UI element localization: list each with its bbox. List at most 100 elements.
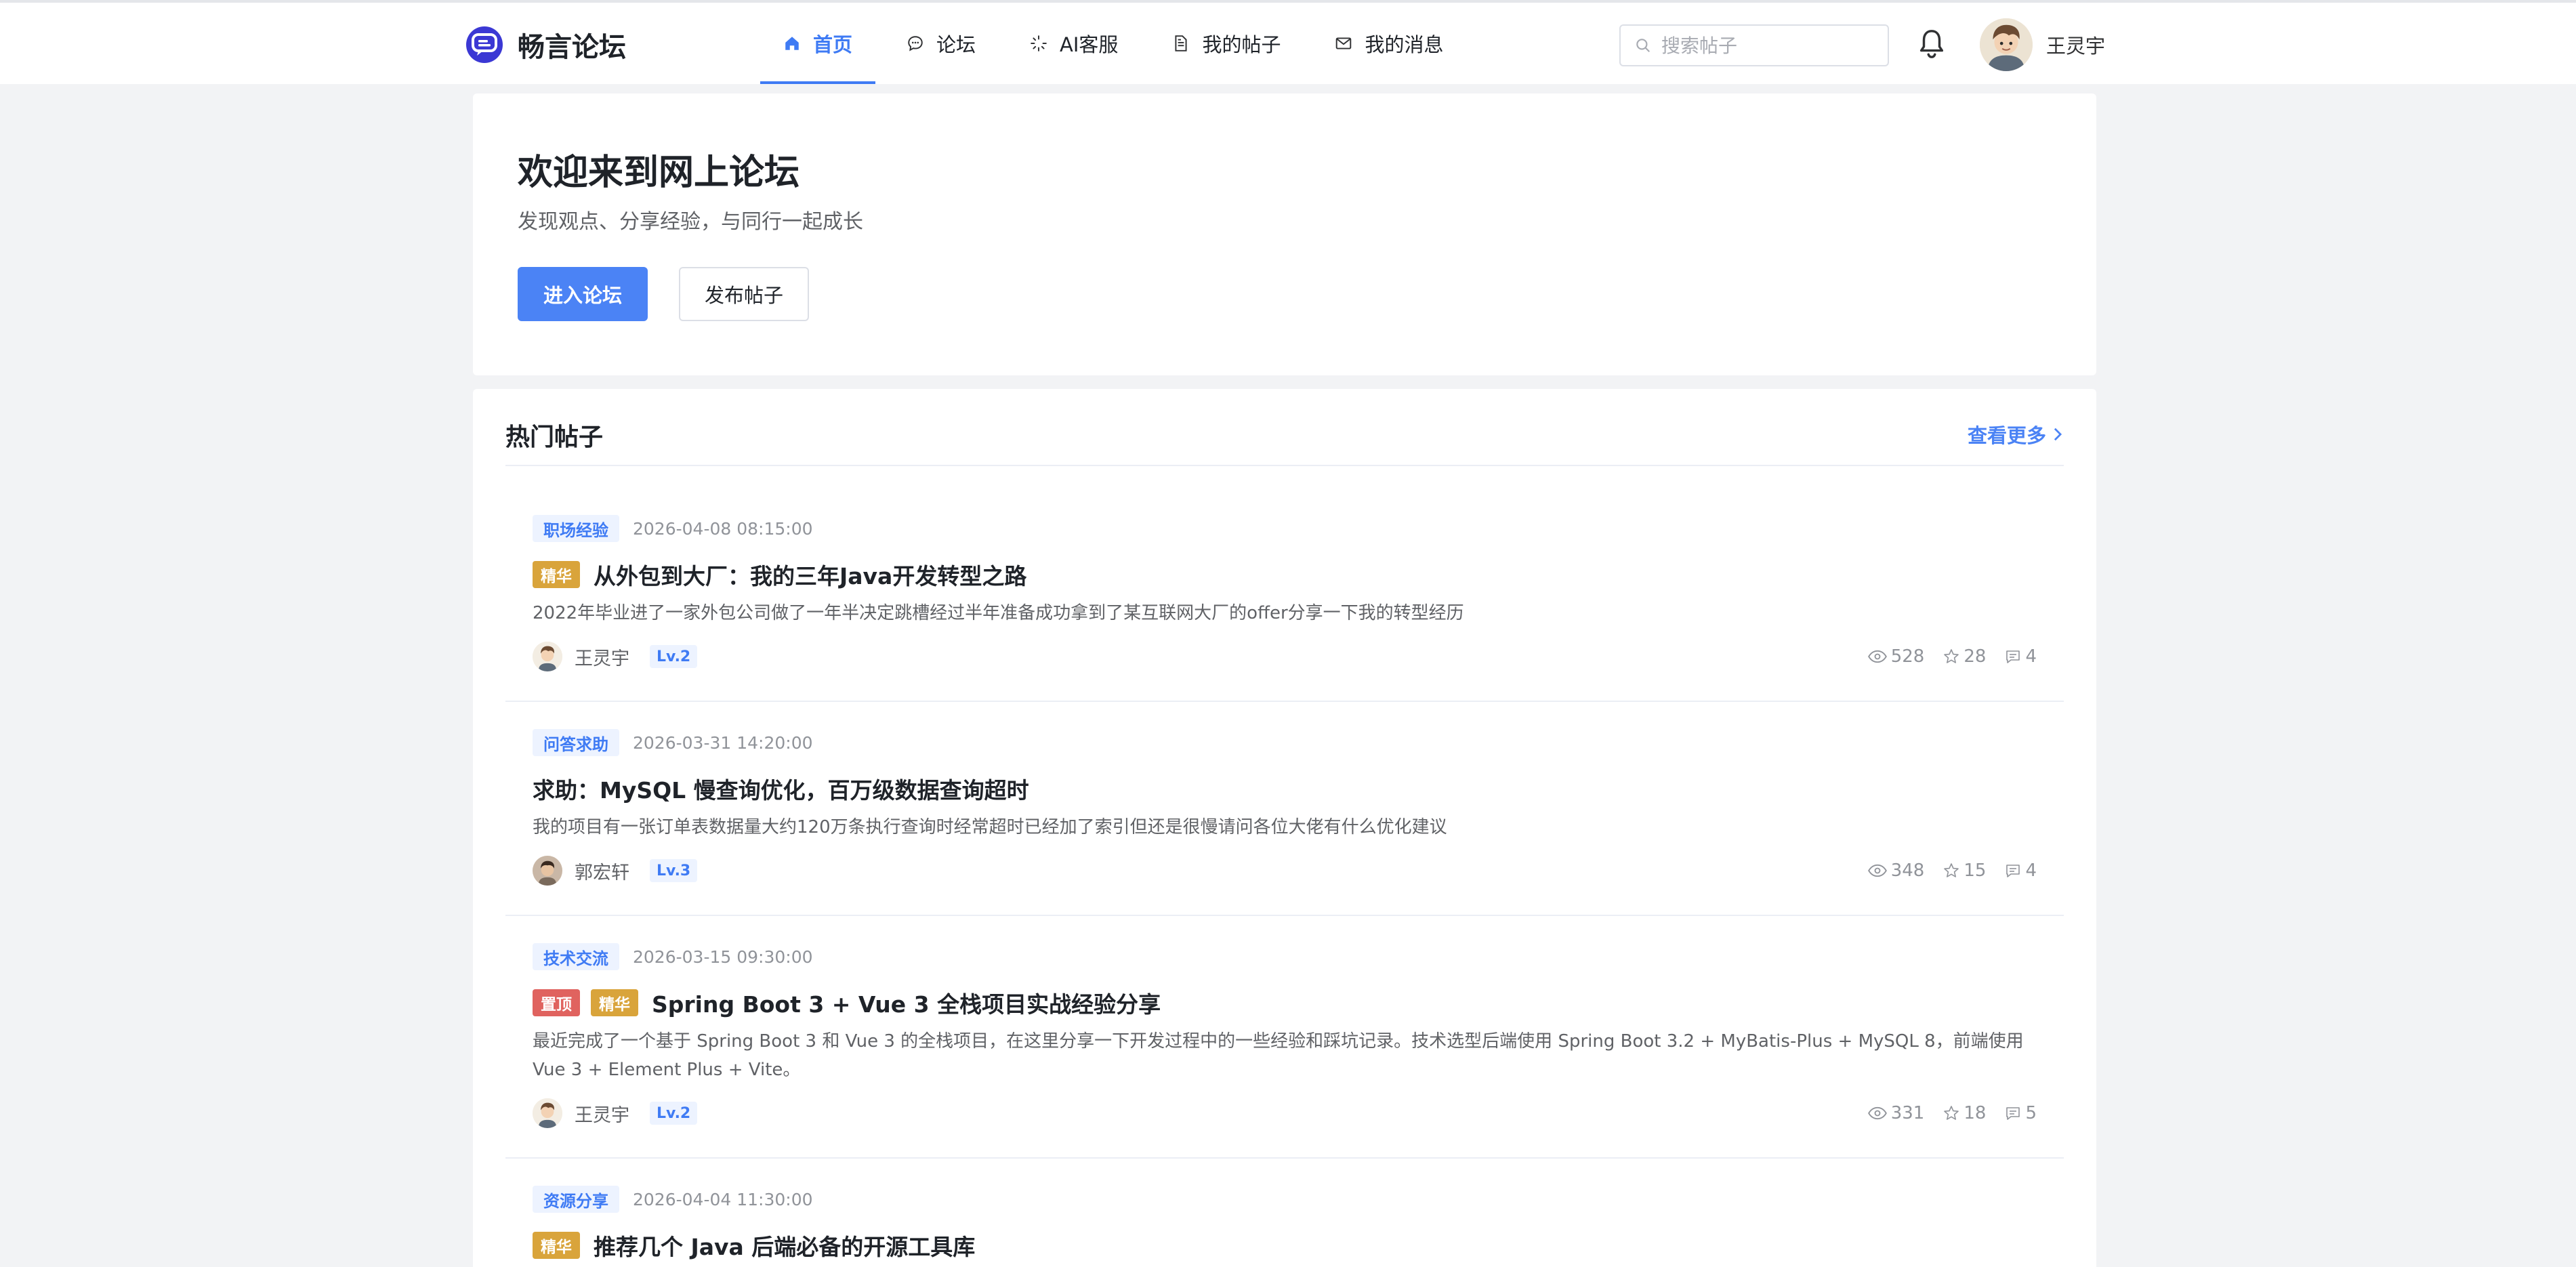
comment-count[interactable]: 5 <box>2005 1103 2037 1123</box>
search-box[interactable] <box>1619 24 1889 66</box>
comment-icon <box>2006 650 2020 663</box>
nav-ai-service[interactable]: AI客服 <box>1007 3 1141 84</box>
mail-icon <box>1336 37 1352 49</box>
post-meta: 王灵宇 Lv.2 <box>533 1096 698 1130</box>
level-badge: Lv.2 <box>650 1102 698 1125</box>
view-count-value: 528 <box>1890 646 1925 667</box>
post-category[interactable]: 问答求助 <box>533 729 619 756</box>
nav-ai-service-label: AI客服 <box>1060 33 1119 56</box>
post-title[interactable]: 推荐几个 Java 后端必备的开源工具库 <box>594 1229 975 1262</box>
avatar <box>1980 18 2033 71</box>
post-excerpt: 我的项目有一张订单表数据量大约120万条执行查询时经常超时已经加了索引但还是很慢… <box>533 817 1447 837</box>
nav-forum-label: 论坛 <box>936 33 976 56</box>
post-date: 2026-04-08 08:15:00 <box>633 519 813 539</box>
post-title-line: 求助：MySQL 慢查询优化，百万级数据查询超时 <box>533 772 1029 805</box>
post-date: 2026-03-31 14:20:00 <box>633 733 813 753</box>
notification-bell-icon[interactable] <box>1916 27 1947 61</box>
post-excerpt: 最近完成了一个基于 Spring Boot 3 和 Vue 3 的全栈项目，在这… <box>533 1031 2024 1080</box>
star-count[interactable]: 18 <box>1943 1103 1986 1123</box>
view-count: 528 <box>1867 646 1925 667</box>
nav-my-messages-label: 我的消息 <box>1365 33 1444 56</box>
comment-icon <box>2006 865 2020 877</box>
post-category[interactable]: 技术交流 <box>533 943 619 970</box>
comment-count-value: 5 <box>2025 1103 2037 1123</box>
user-menu[interactable]: 王灵宇 <box>1980 18 2105 72</box>
brand-name: 畅言论坛 <box>518 32 626 63</box>
post-category[interactable]: 资源分享 <box>533 1186 619 1213</box>
home-icon <box>785 37 799 50</box>
star-count-value: 15 <box>1964 860 1987 881</box>
brand[interactable]: 畅言论坛 <box>466 24 626 65</box>
post-stats: 528 28 4 <box>1849 640 2037 673</box>
post-date: 2026-04-04 11:30:00 <box>633 1190 813 1209</box>
view-more-link[interactable]: 查看更多 <box>1968 420 2064 449</box>
eye-icon <box>1867 650 1887 663</box>
author-avatar[interactable] <box>533 642 562 671</box>
search-icon <box>1636 39 1650 52</box>
page-title: 欢迎来到网上论坛 <box>518 152 800 193</box>
level-badge: Lv.2 <box>650 645 698 668</box>
section-title: 热门帖子 <box>505 423 604 451</box>
nav-my-messages[interactable]: 我的消息 <box>1312 3 1466 84</box>
document-icon <box>1175 35 1187 51</box>
post-excerpt: 2022年毕业进了一家外包公司做了一年半决定跳槽经过半年准备成功拿到了某互联网大… <box>533 603 1464 623</box>
star-icon <box>1944 863 1959 877</box>
nav-my-posts[interactable]: 我的帖子 <box>1149 3 1304 84</box>
author-name[interactable]: 王灵宇 <box>575 644 629 670</box>
nav-home-label: 首页 <box>813 33 853 56</box>
view-count: 348 <box>1867 860 1925 881</box>
user-name: 王灵宇 <box>2046 35 2106 58</box>
view-count-value: 331 <box>1890 1103 1925 1123</box>
star-count-value: 28 <box>1964 646 1987 667</box>
post-meta: 郭宏轩 Lv.3 <box>533 854 698 888</box>
enter-forum-button[interactable]: 进入论坛 <box>518 267 648 321</box>
post-title[interactable]: 求助：MySQL 慢查询优化，百万级数据查询超时 <box>533 772 1029 805</box>
post-title[interactable]: 从外包到大厂：我的三年Java开发转型之路 <box>594 558 1026 591</box>
author-name[interactable]: 王灵宇 <box>575 1100 629 1127</box>
star-count-value: 18 <box>1964 1103 1987 1123</box>
author-name[interactable]: 郭宏轩 <box>575 858 629 884</box>
post-category[interactable]: 职场经验 <box>533 515 619 542</box>
hot-posts-header: 热门帖子 查看更多 <box>505 389 2064 466</box>
top-header: 畅言论坛 首页 论坛 AI客服 我的帖子 我的消息 搜索帖子 王灵宇 <box>0 0 2576 84</box>
comment-count-value: 4 <box>2025 860 2037 881</box>
post-title-line: 置顶 精华 Spring Boot 3 + Vue 3 全栈项目实战经验分享 <box>533 986 1161 1019</box>
author-avatar[interactable] <box>533 1098 562 1128</box>
post-title[interactable]: Spring Boot 3 + Vue 3 全栈项目实战经验分享 <box>652 986 1161 1019</box>
eye-icon <box>1867 1106 1887 1120</box>
author-avatar[interactable] <box>533 856 562 886</box>
star-count[interactable]: 28 <box>1943 646 1986 667</box>
comment-count-value: 4 <box>2025 646 2037 667</box>
view-count-value: 348 <box>1890 860 1925 881</box>
view-count: 331 <box>1867 1103 1925 1123</box>
page-subtitle: 发现观点、分享经验，与同行一起成长 <box>518 210 863 234</box>
chevron-right-icon <box>2054 428 2062 441</box>
comment-count[interactable]: 4 <box>2005 860 2037 881</box>
essence-tag: 精华 <box>533 1232 580 1259</box>
nav-my-posts-label: 我的帖子 <box>1202 33 1281 56</box>
star-count[interactable]: 15 <box>1943 860 1986 881</box>
post-item[interactable]: 资源分享 2026-04-04 11:30:00 精华 推荐几个 Java 后端… <box>505 1186 2064 1267</box>
essence-tag: 精华 <box>591 989 638 1016</box>
nav-home[interactable]: 首页 <box>760 3 876 84</box>
level-badge: Lv.3 <box>650 859 698 882</box>
eye-icon <box>1867 864 1887 877</box>
post-meta: 王灵宇 Lv.2 <box>533 640 698 673</box>
star-icon <box>1944 649 1959 663</box>
post-date: 2026-03-15 09:30:00 <box>633 947 813 967</box>
comment-count[interactable]: 4 <box>2005 646 2037 667</box>
main-nav: 首页 论坛 AI客服 我的帖子 我的消息 <box>760 3 1474 84</box>
nav-forum[interactable]: 论坛 <box>884 3 999 84</box>
chat-bubble-icon <box>908 36 923 51</box>
post-item[interactable]: 职场经验 2026-04-08 08:15:00 精华 从外包到大厂：我的三年J… <box>505 515 2064 702</box>
search-input[interactable] <box>1661 34 1878 57</box>
post-stats: 331 18 5 <box>1849 1096 2037 1130</box>
essence-tag: 精华 <box>533 561 580 588</box>
view-more-label: 查看更多 <box>1967 424 2046 447</box>
new-post-button[interactable]: 发布帖子 <box>679 267 809 321</box>
post-title-line: 精华 推荐几个 Java 后端必备的开源工具库 <box>533 1229 975 1262</box>
post-item[interactable]: 技术交流 2026-03-15 09:30:00 置顶 精华 Spring Bo… <box>505 943 2064 1159</box>
welcome-banner: 欢迎来到网上论坛 发现观点、分享经验，与同行一起成长 进入论坛 发布帖子 <box>473 94 2096 375</box>
post-item[interactable]: 问答求助 2026-03-31 14:20:00 求助：MySQL 慢查询优化，… <box>505 729 2064 916</box>
pinned-tag: 置顶 <box>533 989 580 1016</box>
